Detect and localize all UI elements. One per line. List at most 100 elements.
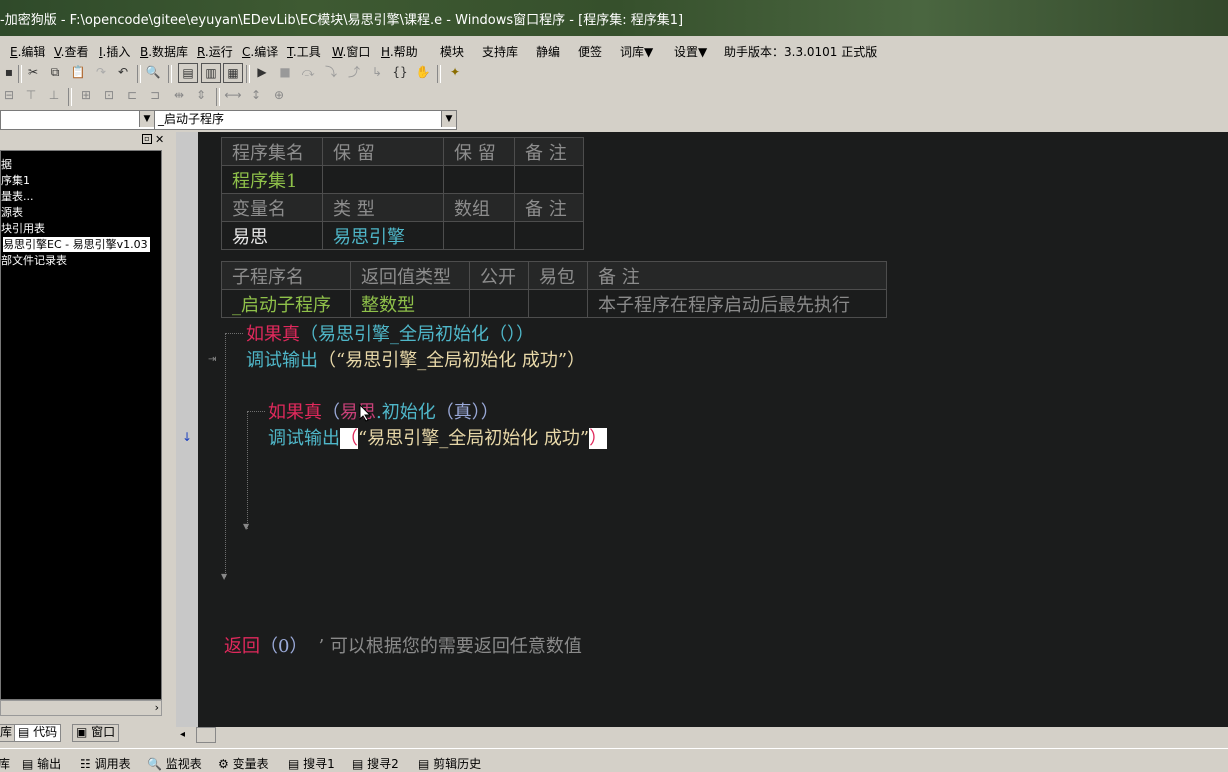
method-init: .初始化 bbox=[376, 402, 436, 423]
assembly-cell[interactable] bbox=[443, 165, 515, 194]
assembly-cell[interactable] bbox=[322, 165, 444, 194]
tree-item[interactable]: 源表 bbox=[1, 205, 23, 220]
var-remark-cell[interactable] bbox=[514, 221, 584, 250]
align-left-icon[interactable]: ⊟ bbox=[0, 86, 18, 104]
paste-icon[interactable]: 📋 bbox=[69, 63, 87, 81]
bottom-tab-library[interactable]: 库 bbox=[0, 755, 10, 772]
menu-run[interactable]: R.运行 bbox=[197, 43, 233, 60]
redo-icon[interactable]: ↷ bbox=[92, 63, 110, 81]
run-to-cursor-icon[interactable]: ↳ bbox=[368, 63, 386, 81]
h-spacing-icon[interactable]: ⇹ bbox=[170, 86, 188, 104]
close-icon[interactable]: ✕ bbox=[155, 133, 164, 146]
assembly-name-cell[interactable]: 程序集1 bbox=[221, 165, 323, 194]
code-line-debug-output-2[interactable]: 调试输出（“易思引擎_全局初始化 成功”） bbox=[268, 424, 608, 450]
bottom-tab-search1[interactable]: ▤ 搜寻1 bbox=[288, 755, 335, 772]
sub-header-remark: 备 注 bbox=[587, 261, 887, 290]
save-icon[interactable]: ▪ bbox=[0, 63, 18, 81]
menu-view[interactable]: V.查看 bbox=[54, 43, 89, 60]
undo-icon[interactable]: ↶ bbox=[114, 63, 132, 81]
layout-3-icon[interactable]: ▦ bbox=[223, 63, 243, 83]
find-icon[interactable]: 🔍 bbox=[144, 63, 162, 81]
menu-window[interactable]: W.窗口 bbox=[332, 43, 370, 60]
chevron-down-icon[interactable]: ▼ bbox=[139, 111, 154, 127]
sub-name-cell[interactable]: _启动子程序 bbox=[221, 289, 351, 318]
copy-icon[interactable]: ⧉ bbox=[46, 63, 64, 81]
var-type-cell[interactable]: 易思引擎 bbox=[322, 221, 444, 250]
tab-code[interactable]: ▤ 代码 bbox=[14, 724, 62, 742]
run-icon[interactable]: ▶ bbox=[253, 63, 271, 81]
bottom-tab-watch[interactable]: 🔍 监视表 bbox=[147, 755, 202, 772]
helper-icon[interactable]: ✦ bbox=[446, 63, 464, 81]
align-top-icon[interactable]: ⊤ bbox=[22, 86, 40, 104]
bottom-tab-output[interactable]: ▤ 输出 bbox=[22, 755, 61, 772]
code-line-return[interactable]: 返回（0） ’ 可以根据您的需要返回任意数值 bbox=[224, 632, 582, 658]
code-line-if-init[interactable]: 如果真（易思.初始化（真）） bbox=[268, 398, 499, 424]
sub-remark-cell[interactable]: 本子程序在程序启动后最先执行 bbox=[587, 289, 887, 318]
layout-2-icon[interactable]: ▥ bbox=[201, 63, 221, 83]
menu-notes[interactable]: 便签 bbox=[578, 43, 602, 60]
tab-window[interactable]: ▣ 窗口 bbox=[72, 724, 120, 742]
menu-tools[interactable]: T.工具 bbox=[287, 43, 321, 60]
menu-help[interactable]: H.帮助 bbox=[381, 43, 418, 60]
resize-h-icon[interactable]: ⟷ bbox=[224, 86, 242, 104]
step-over-icon[interactable]: ⤼ bbox=[299, 63, 317, 81]
flow-line bbox=[247, 411, 248, 529]
scroll-left-icon[interactable]: ◂ bbox=[180, 729, 185, 740]
hand-icon[interactable]: ✋ bbox=[414, 63, 432, 81]
bottom-tab-search2[interactable]: ▤ 搜寻2 bbox=[352, 755, 399, 772]
tree-item-selected[interactable]: 易思引擎EC - 易思引擎v1.03 bbox=[3, 237, 150, 252]
object-combo[interactable]: ▼ bbox=[0, 110, 155, 130]
scroll-right-icon[interactable]: › bbox=[155, 701, 159, 714]
resize-v-icon[interactable]: ↕ bbox=[247, 86, 265, 104]
menu-module[interactable]: 模块 bbox=[440, 43, 464, 60]
menu-static-compile[interactable]: 静编 bbox=[536, 43, 560, 60]
same-width-icon[interactable]: ⊏ bbox=[123, 86, 141, 104]
bottom-tab-clip-history[interactable]: ▤ 剪辑历史 bbox=[418, 755, 481, 772]
bottom-tab-callstack[interactable]: ☷ 调用表 bbox=[80, 755, 131, 772]
same-height-icon[interactable]: ⊐ bbox=[146, 86, 164, 104]
cut-icon[interactable]: ✂ bbox=[24, 63, 42, 81]
tree-item[interactable]: 部文件记录表 bbox=[1, 253, 67, 268]
center-v-icon[interactable]: ⊡ bbox=[100, 86, 118, 104]
tree-item[interactable]: 据 bbox=[1, 157, 12, 172]
scroll-thumb[interactable] bbox=[196, 727, 216, 743]
tree-hscrollbar[interactable]: › bbox=[0, 700, 162, 716]
menu-wordlib[interactable]: 词库▼ bbox=[620, 43, 653, 60]
bottom-tab-variables[interactable]: ⚙ 变量表 bbox=[218, 755, 269, 772]
align-bottom-icon[interactable]: ⊥ bbox=[45, 86, 63, 104]
menu-window-label: .窗口 bbox=[342, 45, 371, 59]
var-name-cell[interactable]: 易思 bbox=[221, 221, 323, 250]
sub-return-cell[interactable]: 整数型 bbox=[350, 289, 470, 318]
v-spacing-icon[interactable]: ⇕ bbox=[192, 86, 210, 104]
menu-compile[interactable]: C.编译 bbox=[242, 43, 278, 60]
sub-header-return: 返回值类型 bbox=[350, 261, 470, 290]
step-into-icon[interactable]: ⤵ bbox=[322, 63, 340, 81]
braces-icon[interactable]: {} bbox=[391, 63, 409, 81]
toolbar-separator bbox=[68, 88, 72, 106]
grid-icon[interactable]: ⊕ bbox=[270, 86, 288, 104]
code-line-debug-output-1[interactable]: 调试输出（“易思引擎_全局初始化 成功”） bbox=[246, 346, 585, 372]
restore-icon[interactable]: ▫ bbox=[142, 134, 152, 144]
menu-support-lib[interactable]: 支持库 bbox=[482, 43, 518, 60]
assembly-cell[interactable] bbox=[514, 165, 584, 194]
menu-settings[interactable]: 设置▼ bbox=[674, 43, 707, 60]
sub-public-cell[interactable] bbox=[469, 289, 529, 318]
layout-1-icon[interactable]: ▤ bbox=[178, 63, 198, 83]
center-h-icon[interactable]: ⊞ bbox=[77, 86, 95, 104]
step-out-icon[interactable]: ⤴ bbox=[345, 63, 363, 81]
menu-insert[interactable]: I.插入 bbox=[99, 43, 130, 60]
code-editor[interactable]: 程序集名 保 留 保 留 备 注 程序集1 变量名 类 型 数组 备 注 易思 … bbox=[198, 132, 1228, 727]
menu-database[interactable]: B.数据库 bbox=[140, 43, 188, 60]
sub-epkg-cell[interactable] bbox=[528, 289, 588, 318]
subroutine-combo[interactable]: _启动子程序 ▼ bbox=[154, 110, 457, 130]
menu-edit[interactable]: E.编辑 bbox=[10, 43, 45, 60]
code-line-if-global-init[interactable]: 如果真（易思引擎_全局初始化（）） bbox=[246, 320, 534, 346]
chevron-down-icon[interactable]: ▼ bbox=[441, 111, 456, 127]
tree-item[interactable]: 块引用表 bbox=[1, 221, 45, 236]
editor-hscrollbar[interactable]: ◂ bbox=[176, 727, 1228, 745]
var-header-name: 变量名 bbox=[221, 193, 323, 222]
tree-item[interactable]: 序集1 bbox=[1, 173, 30, 188]
tree-item[interactable]: 量表... bbox=[1, 189, 34, 204]
var-array-cell[interactable] bbox=[443, 221, 515, 250]
stop-icon[interactable]: ■ bbox=[276, 63, 294, 81]
